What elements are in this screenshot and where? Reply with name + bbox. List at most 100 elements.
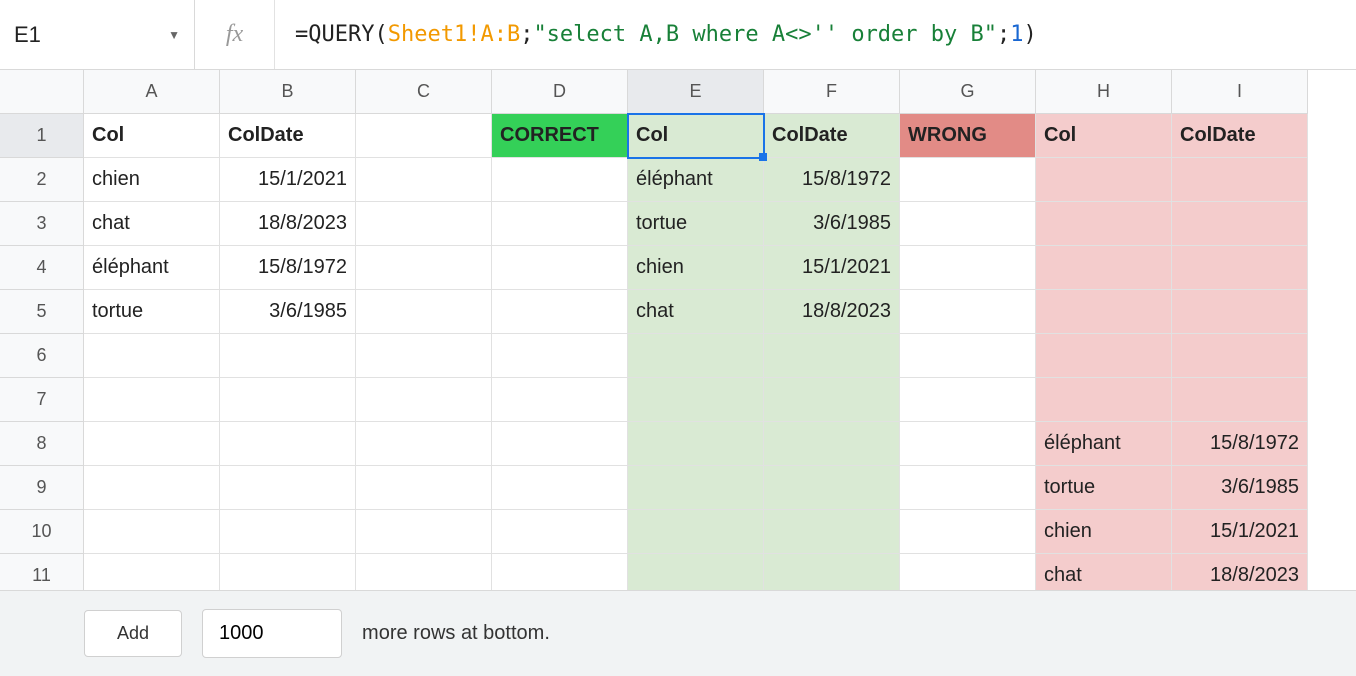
cell-F2[interactable]: 15/8/1972 [764,158,900,202]
cell-I10[interactable]: 15/1/2021 [1172,510,1308,554]
fill-handle[interactable] [759,153,767,161]
cell-F8[interactable] [764,422,900,466]
cell-F5[interactable]: 18/8/2023 [764,290,900,334]
cell-H6[interactable] [1036,334,1172,378]
row-header-10[interactable]: 10 [0,510,84,554]
cell-I9[interactable]: 3/6/1985 [1172,466,1308,510]
row-header-3[interactable]: 3 [0,202,84,246]
cell-H2[interactable] [1036,158,1172,202]
row-header-4[interactable]: 4 [0,246,84,290]
cell-E3[interactable]: tortue [628,202,764,246]
cell-C6[interactable] [356,334,492,378]
cell-C1[interactable] [356,114,492,158]
column-header-F[interactable]: F [764,70,900,114]
cell-F1[interactable]: ColDate [764,114,900,158]
cell-D6[interactable] [492,334,628,378]
cell-E6[interactable] [628,334,764,378]
cell-H8[interactable]: éléphant [1036,422,1172,466]
column-header-A[interactable]: A [84,70,220,114]
cell-F7[interactable] [764,378,900,422]
cell-B10[interactable] [220,510,356,554]
cell-A3[interactable]: chat [84,202,220,246]
cell-I7[interactable] [1172,378,1308,422]
row-header-9[interactable]: 9 [0,466,84,510]
cell-G5[interactable] [900,290,1036,334]
cell-D7[interactable] [492,378,628,422]
cell-C2[interactable] [356,158,492,202]
name-box[interactable]: E1 ▼ [0,0,195,69]
cell-I2[interactable] [1172,158,1308,202]
cell-H1[interactable]: Col [1036,114,1172,158]
cell-I1[interactable]: ColDate [1172,114,1308,158]
cell-C4[interactable] [356,246,492,290]
cell-G3[interactable] [900,202,1036,246]
cell-D4[interactable] [492,246,628,290]
cell-I5[interactable] [1172,290,1308,334]
cell-B3[interactable]: 18/8/2023 [220,202,356,246]
cell-F6[interactable] [764,334,900,378]
cell-B4[interactable]: 15/8/1972 [220,246,356,290]
column-header-B[interactable]: B [220,70,356,114]
cell-E1[interactable]: Col [628,114,764,158]
cell-A6[interactable] [84,334,220,378]
cell-A9[interactable] [84,466,220,510]
cell-A5[interactable]: tortue [84,290,220,334]
row-header-1[interactable]: 1 [0,114,84,158]
cell-D3[interactable] [492,202,628,246]
cell-A8[interactable] [84,422,220,466]
cell-E7[interactable] [628,378,764,422]
add-rows-button[interactable]: Add [84,610,182,657]
spreadsheet-grid[interactable]: ABCDEFGHI1ColColDateCORRECTColColDateWRO… [0,70,1356,598]
cell-E2[interactable]: éléphant [628,158,764,202]
cell-A10[interactable] [84,510,220,554]
column-header-H[interactable]: H [1036,70,1172,114]
cell-H7[interactable] [1036,378,1172,422]
column-header-D[interactable]: D [492,70,628,114]
cell-H5[interactable] [1036,290,1172,334]
cell-E4[interactable]: chien [628,246,764,290]
column-header-I[interactable]: I [1172,70,1308,114]
cell-G9[interactable] [900,466,1036,510]
cell-F9[interactable] [764,466,900,510]
cell-B8[interactable] [220,422,356,466]
cell-D9[interactable] [492,466,628,510]
cell-C3[interactable] [356,202,492,246]
cell-G8[interactable] [900,422,1036,466]
row-header-7[interactable]: 7 [0,378,84,422]
row-header-2[interactable]: 2 [0,158,84,202]
cell-G1[interactable]: WRONG [900,114,1036,158]
row-header-5[interactable]: 5 [0,290,84,334]
cell-H9[interactable]: tortue [1036,466,1172,510]
cell-H10[interactable]: chien [1036,510,1172,554]
cell-D5[interactable] [492,290,628,334]
cell-E8[interactable] [628,422,764,466]
cell-B7[interactable] [220,378,356,422]
column-header-G[interactable]: G [900,70,1036,114]
formula-input[interactable]: =QUERY(Sheet1!A:B;"select A,B where A<>'… [275,0,1356,69]
row-header-8[interactable]: 8 [0,422,84,466]
cell-C7[interactable] [356,378,492,422]
cell-I4[interactable] [1172,246,1308,290]
cell-F10[interactable] [764,510,900,554]
cell-F4[interactable]: 15/1/2021 [764,246,900,290]
column-header-E[interactable]: E [628,70,764,114]
cell-D8[interactable] [492,422,628,466]
cell-C10[interactable] [356,510,492,554]
cell-A2[interactable]: chien [84,158,220,202]
cell-G2[interactable] [900,158,1036,202]
cell-G4[interactable] [900,246,1036,290]
cell-A7[interactable] [84,378,220,422]
cell-B1[interactable]: ColDate [220,114,356,158]
cell-I8[interactable]: 15/8/1972 [1172,422,1308,466]
cell-C9[interactable] [356,466,492,510]
rows-count-input[interactable] [202,609,342,658]
cell-D10[interactable] [492,510,628,554]
cell-D2[interactable] [492,158,628,202]
cell-A4[interactable]: éléphant [84,246,220,290]
select-all-corner[interactable] [0,70,84,114]
cell-G7[interactable] [900,378,1036,422]
cell-G10[interactable] [900,510,1036,554]
cell-C8[interactable] [356,422,492,466]
column-header-C[interactable]: C [356,70,492,114]
cell-B9[interactable] [220,466,356,510]
